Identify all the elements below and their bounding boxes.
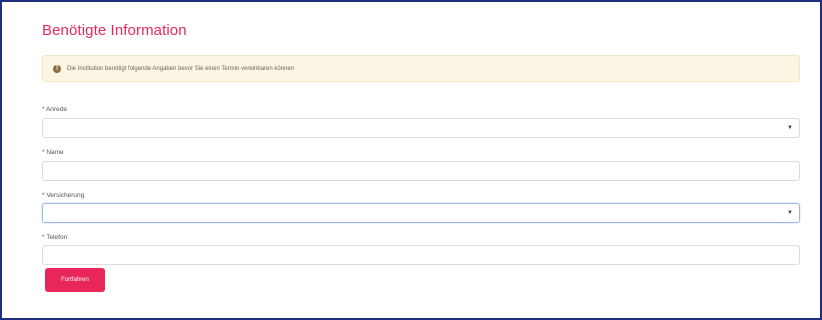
page-title: Benötigte Information (42, 22, 187, 39)
info-icon: ! (53, 64, 61, 73)
telefon-label: * Telefon (42, 234, 68, 241)
dropdown-caret-icon: ▼ (787, 125, 793, 131)
continue-button[interactable]: Fortfahren (45, 268, 105, 292)
name-input[interactable] (42, 161, 800, 181)
versicherung-select[interactable]: ▼ (42, 203, 800, 223)
anrede-select[interactable]: ▼ (42, 118, 800, 138)
anrede-label: * Anrede (42, 106, 67, 113)
alert-text: Die Institution benötigt folgende Angabe… (67, 65, 295, 72)
name-label: * Name (42, 149, 64, 156)
telefon-input[interactable] (42, 245, 800, 265)
info-alert: ! Die Institution benötigt folgende Anga… (42, 55, 800, 82)
dropdown-caret-icon: ▼ (787, 210, 793, 216)
page-frame: Benötigte Information ! Die Institution … (0, 0, 822, 320)
versicherung-label: * Versicherung (42, 192, 85, 199)
